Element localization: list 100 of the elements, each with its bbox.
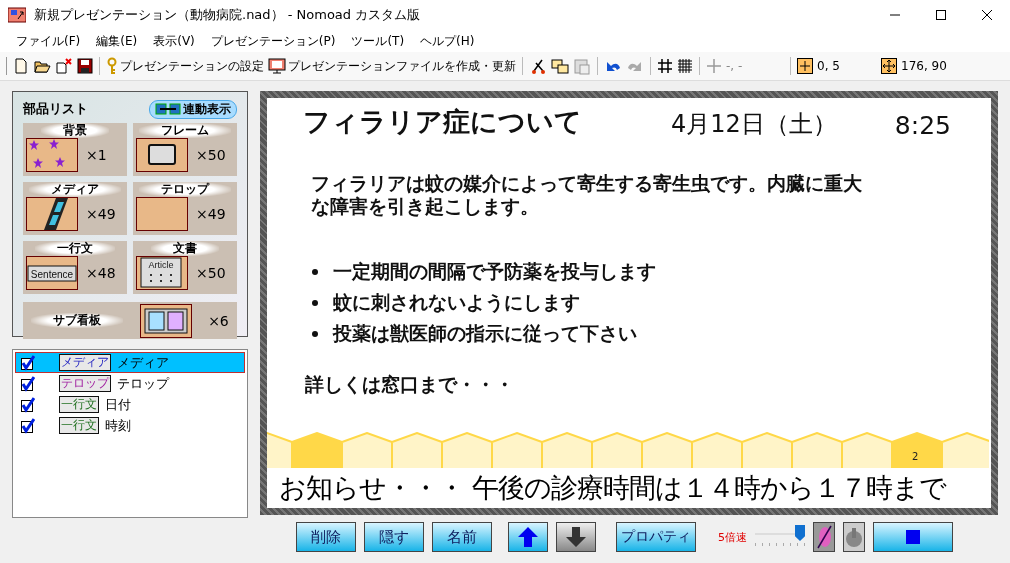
panel-title: 部品リスト xyxy=(23,100,88,118)
layer-type-tag: 一行文 xyxy=(59,396,99,413)
object-size-icon xyxy=(881,58,897,74)
save-icon[interactable] xyxy=(77,57,93,75)
crosshair-icon xyxy=(706,58,722,74)
sentence-thumbnail[interactable]: Sentence xyxy=(26,256,78,290)
grid-icon[interactable] xyxy=(657,58,673,74)
part-tile[interactable]: 文書 Article ×50 xyxy=(133,241,237,294)
layer-row[interactable]: 一行文 日付 xyxy=(15,394,245,415)
grid-size-icon xyxy=(797,58,813,74)
layer-row[interactable]: テロップ テロップ xyxy=(15,373,245,394)
part-count: ×1 xyxy=(86,147,107,163)
copy-icon[interactable] xyxy=(551,57,569,75)
frame-thumbnail[interactable] xyxy=(136,138,188,172)
blank-thumbnail[interactable] xyxy=(136,197,188,231)
layer-name: 時刻 xyxy=(105,416,131,435)
layer-name: テロップ xyxy=(117,374,169,393)
layer-name: 日付 xyxy=(105,395,131,414)
layer-name: メディア xyxy=(117,353,169,372)
part-label: メディア xyxy=(29,182,121,197)
build-button[interactable]: プレゼンテーションファイルを作成・更新 xyxy=(268,57,516,75)
link-icon xyxy=(155,102,181,116)
stop-button[interactable] xyxy=(873,522,953,552)
speaker-muted-icon xyxy=(815,524,833,550)
move-up-button[interactable] xyxy=(508,522,548,552)
link-view-button[interactable]: 連動表示 xyxy=(149,99,237,119)
part-tile[interactable]: フレーム ×50 xyxy=(133,123,237,176)
new-document-icon[interactable] xyxy=(13,57,29,75)
visibility-checkbox[interactable] xyxy=(19,417,35,434)
fine-grid-icon[interactable] xyxy=(677,58,693,74)
bullet-icon xyxy=(311,298,319,307)
slide-date: 4月12日（土） xyxy=(671,109,837,140)
menu-item[interactable]: 編集(E) xyxy=(88,32,146,50)
part-tile[interactable]: テロップ ×49 xyxy=(133,182,237,235)
menu-item[interactable]: 表示(V) xyxy=(145,32,203,50)
part-tile[interactable]: 背景 ×1 xyxy=(23,123,127,176)
speed-slider[interactable] xyxy=(755,525,805,549)
speed-label: 5倍速 xyxy=(718,529,747,545)
stars-thumbnail[interactable] xyxy=(26,138,78,172)
visibility-checkbox[interactable] xyxy=(19,354,35,371)
window-title: 新規プレゼンテーション（動物病院.nad） - Nomoad カスタム版 xyxy=(34,6,422,24)
part-count: ×49 xyxy=(86,206,116,222)
grid-value-text: 0, 5 xyxy=(817,59,841,73)
settings-button[interactable]: プレゼンテーションの設定 xyxy=(106,57,264,75)
bullet-text: 一定期間の間隔で予防薬を投与します xyxy=(333,258,656,284)
part-tile[interactable]: メディア ×49 xyxy=(23,182,127,235)
part-count: ×49 xyxy=(196,206,226,222)
bullet-icon xyxy=(311,267,319,276)
scissors-icon[interactable] xyxy=(529,57,547,75)
part-label: サブ看板 xyxy=(31,313,124,328)
action-button[interactable]: 名前 xyxy=(432,522,492,552)
slider-thumb[interactable] xyxy=(795,525,805,541)
part-count: ×6 xyxy=(208,312,229,329)
ticker-text: お知らせ・・・ 午後の診療時間は１４時から１７時まで xyxy=(278,471,948,505)
delete-document-icon[interactable] xyxy=(55,57,73,75)
part-tile[interactable]: サブ看板 ×6 xyxy=(23,302,237,339)
part-label: 一行文 xyxy=(35,241,115,256)
down-arrow-icon xyxy=(565,526,587,548)
slide-time: 8:25 xyxy=(894,111,951,140)
bullet-text: 蚊に刺されないようにします xyxy=(333,289,580,315)
visibility-checkbox[interactable] xyxy=(19,396,35,413)
page-number: 2 xyxy=(912,451,919,462)
slide-title: フィラリア症について xyxy=(303,105,583,139)
film-strip-thumbnail[interactable] xyxy=(26,197,78,231)
visibility-checkbox[interactable] xyxy=(19,375,35,392)
part-tile[interactable]: 一行文 Sentence ×48 xyxy=(23,241,127,294)
part-label: 文書 xyxy=(151,241,219,256)
app-logo-icon xyxy=(8,7,26,23)
monitor-icon xyxy=(268,57,286,75)
layer-type-tag: メディア xyxy=(59,354,111,371)
object-size-text: 176, 90 xyxy=(901,59,947,73)
stop-icon xyxy=(906,530,920,544)
properties-button[interactable]: プロパティ xyxy=(616,522,696,552)
volume-knob-button[interactable] xyxy=(843,522,865,552)
menu-item[interactable]: ファイル(F) xyxy=(8,32,89,50)
article-thumbnail[interactable]: Article xyxy=(136,256,188,290)
layer-row[interactable]: メディア メディア xyxy=(15,352,245,373)
slide-paragraph: フィラリアは蚊の媒介によって寄生する寄生虫です。内臓に重大な障害を引き起こします。 xyxy=(311,172,863,218)
mute-button[interactable] xyxy=(813,522,835,552)
up-arrow-icon xyxy=(517,526,539,548)
bullet-icon xyxy=(311,329,319,338)
action-button[interactable]: 隠す xyxy=(364,522,424,552)
cursor-position-text: -, - xyxy=(726,59,744,73)
layer-type-tag: 一行文 xyxy=(59,417,99,434)
part-label: フレーム xyxy=(139,123,231,138)
part-label: 背景 xyxy=(41,123,109,138)
action-button[interactable]: 削除 xyxy=(296,522,356,552)
menu-item[interactable]: ヘルプ(H) xyxy=(412,32,483,50)
key-icon xyxy=(106,57,118,75)
part-count: ×50 xyxy=(196,147,226,163)
menu-item[interactable]: プレゼンテーション(P) xyxy=(202,32,344,50)
layer-type-tag: テロップ xyxy=(59,375,111,392)
move-down-button[interactable] xyxy=(556,522,596,552)
sub-board-thumbnail[interactable] xyxy=(139,303,192,338)
layer-row[interactable]: 一行文 時刻 xyxy=(15,415,245,436)
menu-item[interactable]: ツール(T) xyxy=(343,32,413,50)
knob-icon xyxy=(845,526,863,548)
part-count: ×50 xyxy=(196,265,226,281)
bullet-text: 投薬は獣医師の指示に従って下さい xyxy=(333,320,637,346)
slide-footer-text: 詳しくは窓口まで・・・ xyxy=(305,372,515,397)
